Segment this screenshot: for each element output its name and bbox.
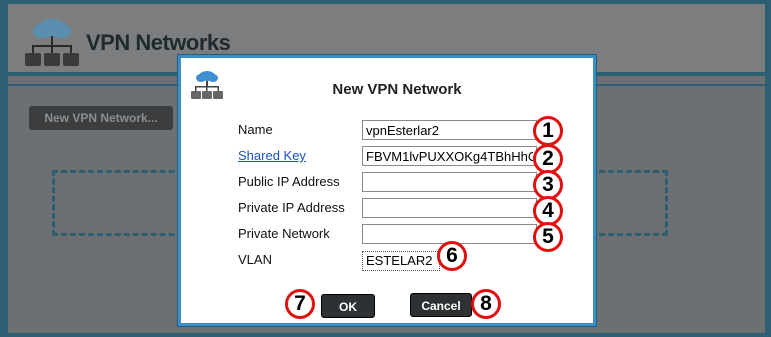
vlan-label: VLAN [238, 252, 272, 267]
private-ip-field[interactable] [362, 198, 537, 218]
new-vpn-network-button[interactable]: New VPN Network... [29, 106, 173, 130]
shared-key-field[interactable] [362, 146, 537, 166]
name-field[interactable] [362, 120, 537, 140]
cancel-button[interactable]: Cancel [410, 293, 472, 317]
annotation-badge-1: 1 [533, 116, 563, 146]
name-label: Name [238, 122, 273, 137]
ok-button[interactable]: OK [321, 294, 375, 318]
cloud-network-icon [25, 19, 79, 66]
public-ip-label: Public IP Address [238, 174, 340, 189]
page-title: VPN Networks [86, 30, 231, 55]
annotation-badge-8: 8 [471, 289, 501, 319]
vlan-select[interactable]: ESTELAR2 [362, 251, 440, 271]
annotation-badge-7: 7 [285, 289, 315, 319]
annotation-badge-5: 5 [533, 222, 563, 252]
dialog-title: New VPN Network [332, 81, 462, 98]
annotation-badge-6: 6 [437, 241, 467, 271]
private-ip-label: Private IP Address [238, 200, 345, 215]
shared-key-link[interactable]: Shared Key [238, 148, 306, 163]
public-ip-field[interactable] [362, 172, 537, 192]
private-network-label: Private Network [238, 226, 330, 241]
